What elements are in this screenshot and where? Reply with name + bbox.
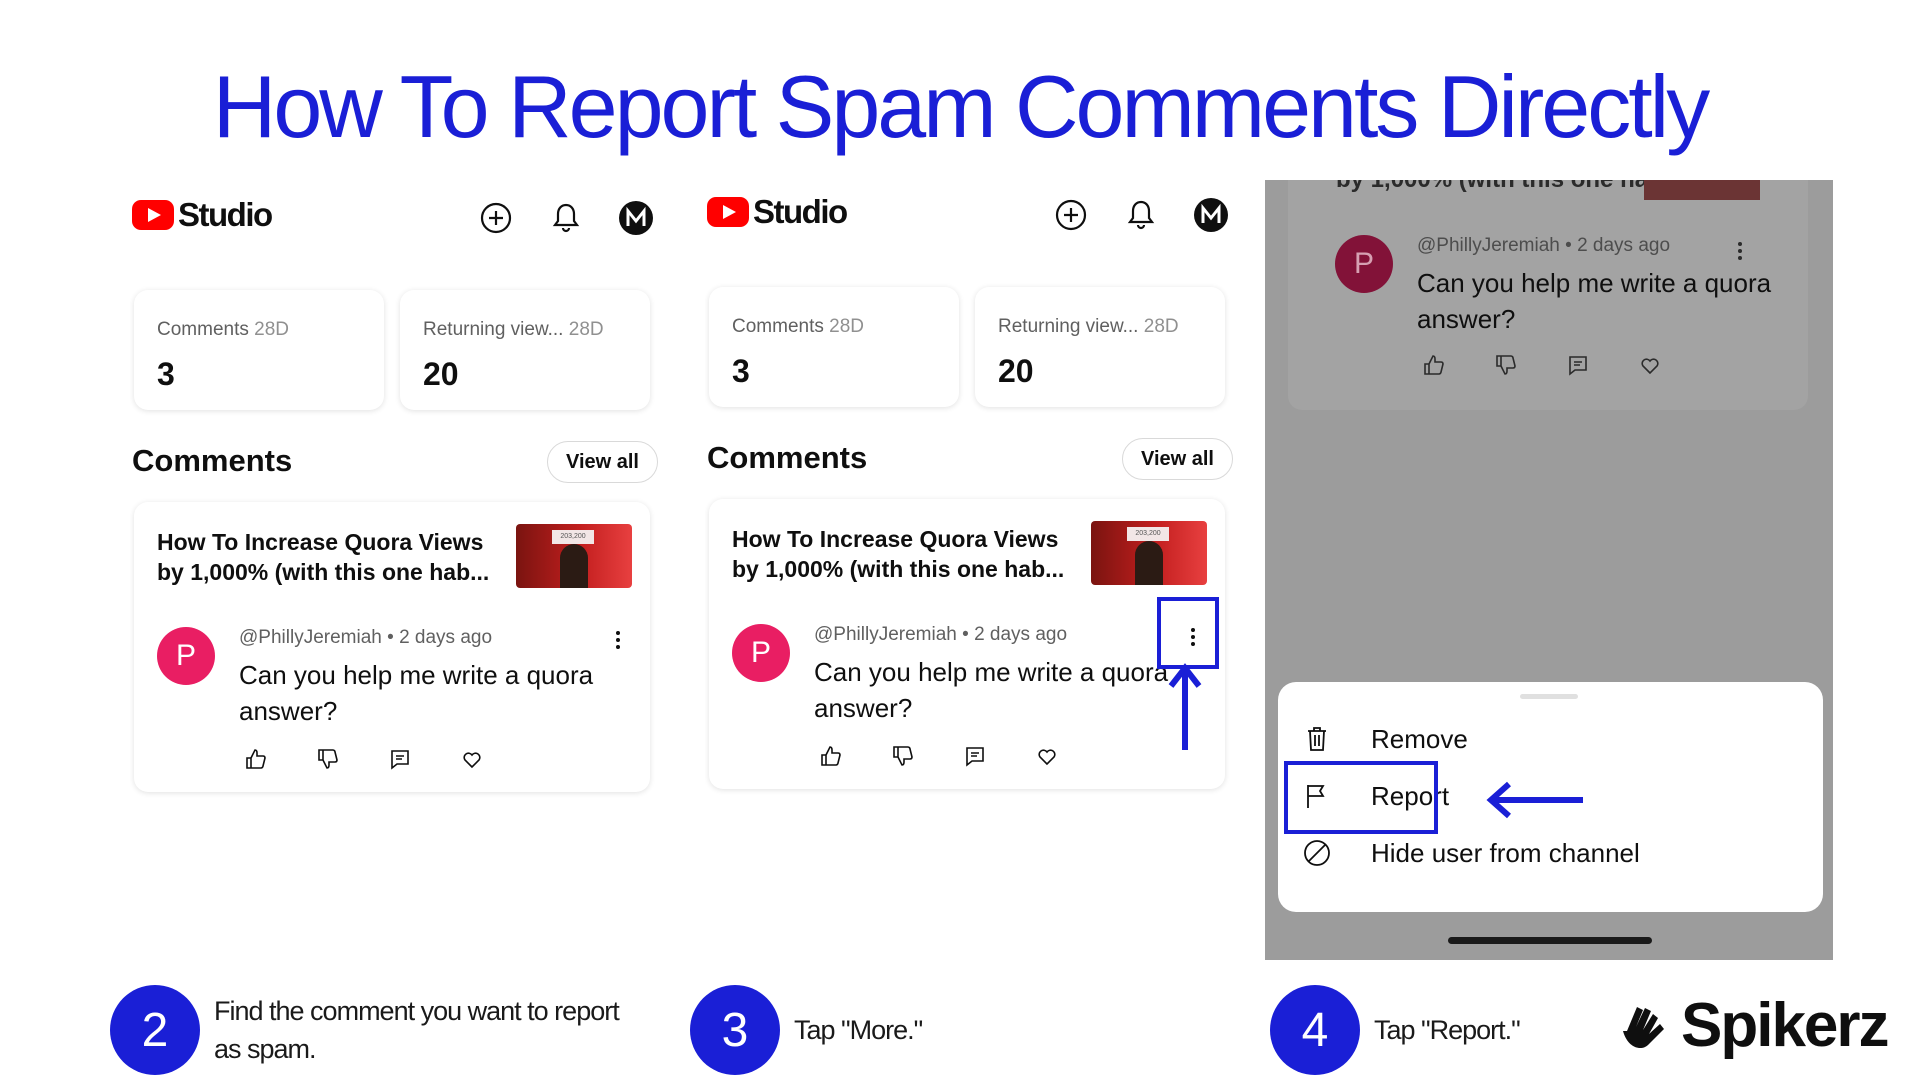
account-avatar-icon[interactable] [1187, 191, 1235, 239]
step-text: Tap "More." [794, 1015, 923, 1045]
notifications-bell-icon[interactable] [1117, 191, 1165, 239]
left-arrow-icon [1486, 781, 1583, 819]
like-icon [1417, 348, 1451, 382]
sheet-handle[interactable] [1520, 694, 1578, 699]
report-highlight-box [1284, 761, 1438, 834]
like-icon[interactable] [239, 742, 273, 776]
video-thumbnail[interactable]: 203,200 [516, 524, 632, 588]
youtube-studio-logo[interactable]: Studio [707, 193, 848, 231]
stat-value: 20 [998, 353, 1034, 389]
comment-card[interactable]: How To Increase Quora Views by 1,000% (w… [134, 502, 650, 792]
menu-label: Remove [1371, 723, 1468, 754]
commenter-avatar: P [1335, 235, 1393, 293]
reply-icon[interactable] [383, 742, 417, 776]
comment-card[interactable]: How To Increase Quora Views by 1,000% (w… [709, 499, 1225, 789]
commenter-avatar[interactable]: P [732, 624, 790, 682]
step-4: 4 Tap "Report." [1270, 985, 1521, 1075]
reply-icon[interactable] [958, 739, 992, 773]
stat-label: Returning view... 28D [998, 316, 1179, 337]
dislike-icon[interactable] [311, 742, 345, 776]
like-icon[interactable] [814, 739, 848, 773]
stat-value: 3 [157, 356, 175, 392]
dislike-icon [1489, 348, 1523, 382]
stat-label: Comments 28D [732, 316, 864, 337]
thumbnail-badge: 203,200 [1127, 527, 1169, 541]
create-icon[interactable] [472, 194, 520, 242]
comment-actions [1417, 348, 1667, 382]
more-options-icon [1728, 238, 1752, 264]
video-title[interactable]: How To Increase Quora Views by 1,000% (w… [157, 527, 507, 587]
comments-heading: Comments [132, 443, 293, 478]
comment-text: Can you help me write a quora answer? [239, 660, 594, 726]
step-number: 2 [110, 985, 200, 1075]
step-text: Find the comment you want to report as s… [214, 996, 620, 1064]
comment-actions [814, 739, 1064, 773]
step-text: Tap "Report." [1374, 1015, 1521, 1045]
studio-top-bar: Studio [705, 177, 1235, 237]
brand-name: Spikerz [1681, 991, 1890, 1060]
step-number: 4 [1270, 985, 1360, 1075]
comment-meta: @PhillyJeremiah • 2 days ago [239, 627, 493, 648]
step-number: 3 [690, 985, 780, 1075]
video-title[interactable]: How To Increase Quora Views by 1,000% (w… [732, 524, 1082, 584]
youtube-play-icon [707, 197, 749, 227]
view-all-button[interactable]: View all [546, 441, 658, 483]
video-thumbnail [1644, 180, 1760, 200]
create-icon[interactable] [1047, 191, 1095, 239]
heart-icon[interactable] [455, 742, 489, 776]
view-all-button[interactable]: View all [1121, 438, 1233, 480]
stat-card-comments[interactable]: Comments 28D 3 [709, 287, 959, 407]
more-options-icon[interactable] [606, 627, 630, 653]
comment-meta: @PhillyJeremiah • 2 days ago [814, 624, 1068, 645]
youtube-play-icon [132, 200, 174, 230]
thumbnail-badge: 203,200 [552, 530, 594, 544]
stat-label: Comments 28D [157, 319, 289, 340]
stat-card-returning-viewers[interactable]: Returning view... 28D 20 [400, 290, 650, 410]
dimmed-comment-card: by 1,000% (with this one hab... P @Phill… [1288, 180, 1808, 410]
comment-actions [239, 742, 489, 776]
dislike-icon[interactable] [886, 739, 920, 773]
menu-label: Hide user from channel [1371, 837, 1640, 868]
screenshot-step-4: by 1,000% (with this one hab... P @Phill… [1265, 180, 1833, 960]
stat-card-comments[interactable]: Comments 28D 3 [134, 290, 384, 410]
thumbnail-person [1135, 541, 1163, 585]
stat-value: 3 [732, 353, 750, 389]
reply-icon [1561, 348, 1595, 382]
comment-text: Can you help me write a quora answer? [814, 657, 1169, 723]
stat-value: 20 [423, 356, 459, 392]
step-2: 2 Find the comment you want to report as… [110, 985, 644, 1075]
comment-text: Can you help me write a quora answer? [1417, 268, 1772, 334]
logo-text: Studio [178, 196, 273, 233]
page-title: How To Report Spam Comments Directly [212, 57, 1710, 156]
heart-icon [1633, 348, 1667, 382]
thumbnail-person [560, 544, 588, 588]
video-title: by 1,000% (with this one hab... [1336, 180, 1683, 194]
stat-label: Returning view... 28D [423, 319, 604, 340]
screenshot-step-2: Studio Comments 28D 3 Returning view... … [130, 180, 660, 820]
heart-icon[interactable] [1030, 739, 1064, 773]
comment-meta: @PhillyJeremiah • 2 days ago [1417, 235, 1671, 256]
logo-text: Studio [753, 193, 848, 230]
more-highlight-box [1157, 597, 1219, 669]
account-avatar-icon[interactable] [612, 194, 660, 242]
commenter-avatar[interactable]: P [157, 627, 215, 685]
up-arrow-icon [1168, 663, 1202, 750]
video-thumbnail[interactable]: 203,200 [1091, 521, 1207, 585]
studio-top-bar: Studio [130, 180, 660, 240]
youtube-studio-logo[interactable]: Studio [132, 196, 273, 234]
spikerz-mark-icon [1623, 1006, 1664, 1048]
stat-card-returning-viewers[interactable]: Returning view... 28D 20 [975, 287, 1225, 407]
screenshot-step-3: Studio Comments 28D 3 Returning view... … [705, 177, 1235, 817]
notifications-bell-icon[interactable] [542, 194, 590, 242]
trash-icon [1300, 722, 1334, 756]
home-indicator [1448, 937, 1652, 944]
comments-heading: Comments [707, 440, 868, 475]
spikerz-logo: Spikerz [1623, 990, 1890, 1061]
block-icon [1300, 836, 1334, 870]
step-3: 3 Tap "More." [690, 985, 923, 1075]
